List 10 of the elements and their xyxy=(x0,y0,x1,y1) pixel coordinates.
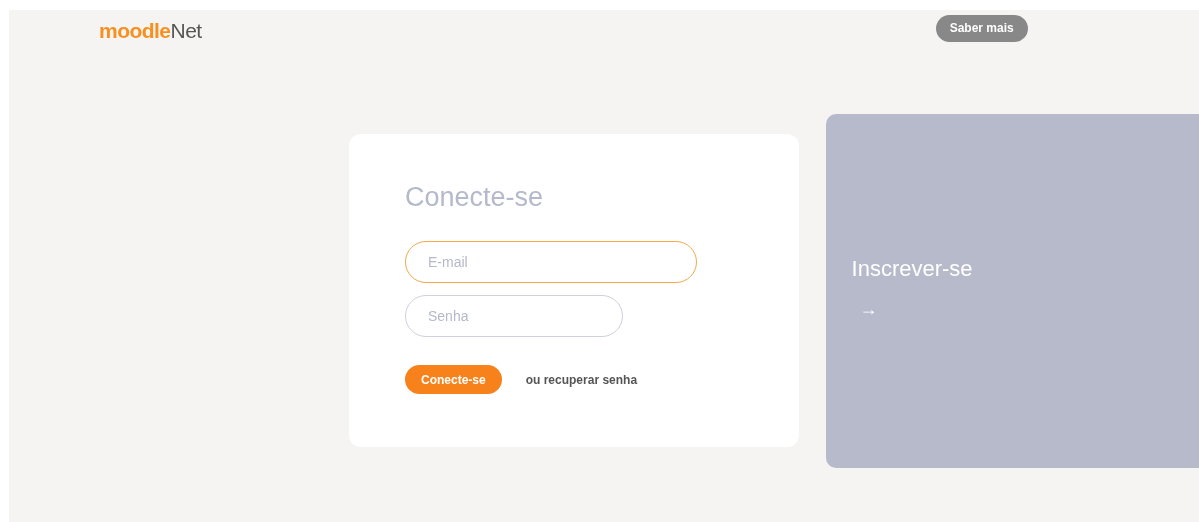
logo: moodleNet xyxy=(99,19,202,41)
login-button[interactable]: Conecte-se xyxy=(405,365,502,394)
signup-title: Inscrever-se xyxy=(851,258,973,280)
text-field[interactable]: Senha xyxy=(405,295,623,337)
arrow-icon: → xyxy=(859,300,878,318)
text-field[interactable]: E-mail xyxy=(405,241,697,283)
learn-more-button[interactable]: Saber mais xyxy=(935,14,1028,42)
recover-password-link[interactable]: ou recuperar senha xyxy=(525,370,638,389)
signup-panel[interactable]: Inscrever-se → xyxy=(825,114,1199,468)
login-title: Conecte-se xyxy=(405,184,545,211)
